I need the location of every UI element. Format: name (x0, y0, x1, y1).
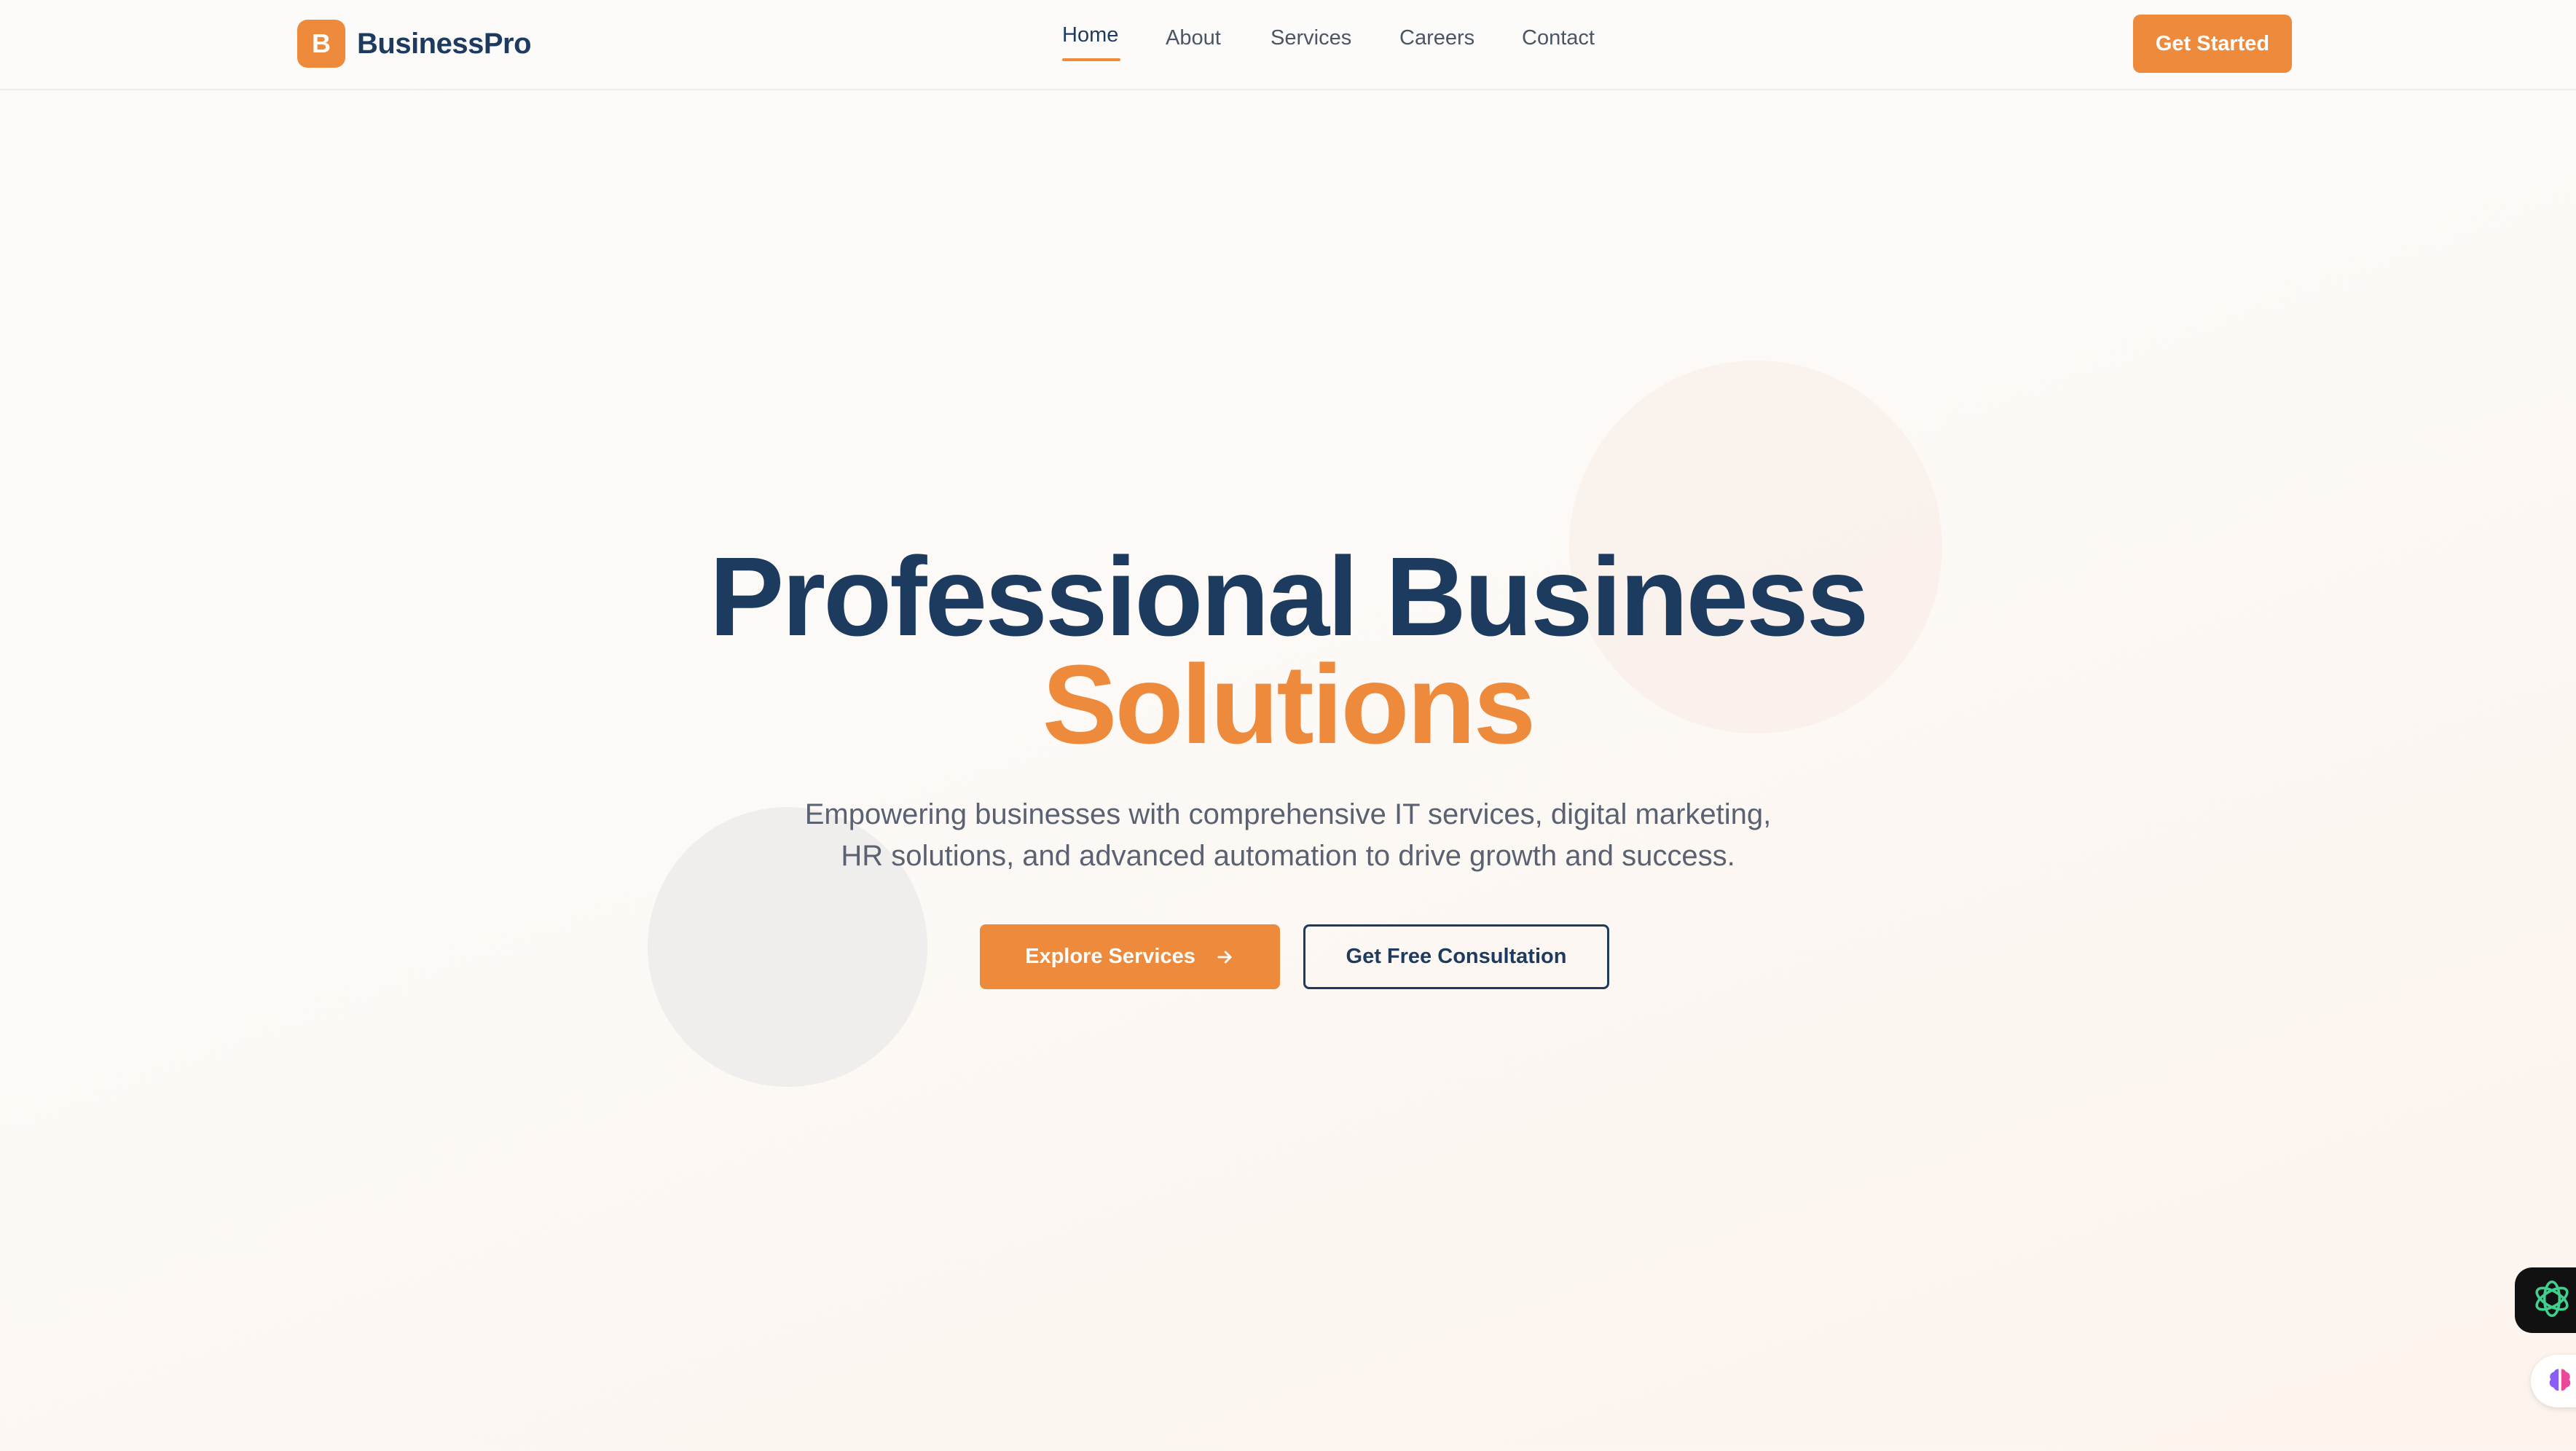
nav-services[interactable]: Services (1271, 26, 1351, 50)
chat-widget-button[interactable] (2515, 1267, 2576, 1333)
nav-active-indicator (1062, 58, 1120, 61)
nav-careers[interactable]: Careers (1399, 26, 1474, 50)
explore-services-button[interactable]: Explore Services (980, 924, 1280, 989)
brand-name: BusinessPro (357, 27, 532, 60)
free-consultation-button[interactable]: Get Free Consultation (1303, 924, 1609, 989)
brand-logo[interactable]: B BusinessPro (297, 20, 532, 68)
hero-title-line1: Professional Business (709, 534, 1869, 659)
nav-contact[interactable]: Contact (1522, 26, 1595, 50)
hero-subtitle-line2: HR solutions, and advanced automation to… (841, 840, 1735, 872)
get-started-button[interactable]: Get Started (2133, 15, 2292, 73)
hero-subtitle-line1: Empowering businesses with comprehensive… (804, 798, 1772, 830)
openai-knot-icon (2529, 1276, 2575, 1325)
explore-services-label: Explore Services (1025, 945, 1195, 968)
hero-subtitle: Empowering businesses with comprehensive… (0, 794, 2576, 877)
brain-icon (2544, 1364, 2576, 1399)
hero-title: Professional Business Solutions (0, 534, 2576, 767)
nav-about[interactable]: About (1166, 26, 1221, 50)
hero-title-highlight: Solutions (1042, 642, 1536, 767)
site-header: B BusinessPro Home About Services Career… (0, 0, 2576, 90)
assistant-widget-button[interactable] (2531, 1355, 2576, 1407)
logo-mark: B (297, 20, 345, 68)
nav-home[interactable]: Home (1062, 23, 1118, 47)
arrow-right-icon (1214, 947, 1235, 967)
